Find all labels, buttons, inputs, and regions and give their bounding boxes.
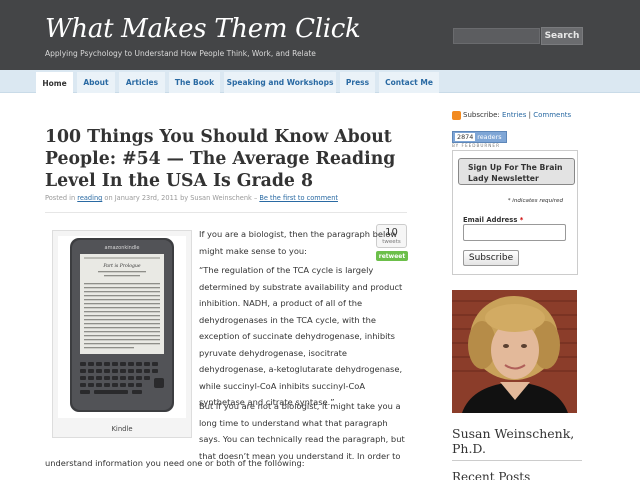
required-mark: *: [519, 216, 524, 224]
nav-the-book[interactable]: The Book: [169, 72, 220, 93]
site-description: Applying Psychology to Understand How Pe…: [45, 49, 316, 58]
post-date-author: on January 23rd, 2011 by Susan Weinschen…: [104, 194, 258, 202]
newsletter-title: Sign Up For The Brain Lady Newsletter: [458, 158, 575, 185]
feedburner-counter[interactable]: 2874 readers: [452, 131, 507, 143]
main-nav: Home About Articles The Book Speaking an…: [0, 70, 640, 94]
email-label-text: Email Address: [463, 216, 518, 224]
nav-speaking-workshops[interactable]: Speaking and Workshops: [224, 72, 336, 93]
newsletter-signup: Sign Up For The Brain Lady Newsletter * …: [452, 150, 578, 275]
entries-link[interactable]: Entries: [502, 111, 526, 119]
nav-press[interactable]: Press: [340, 72, 375, 93]
nav-articles[interactable]: Articles: [119, 72, 165, 93]
reader-count: 2874: [455, 133, 476, 141]
divider: [45, 212, 407, 213]
paragraph-quote: “The regulation of the TCA cycle is larg…: [199, 265, 403, 407]
sidebar-divider: [452, 460, 582, 461]
kindle-image-frame: amazonkindle Part is Prologue Kindle: [52, 230, 192, 438]
email-field[interactable]: [463, 224, 566, 241]
site-header: What Makes Them Click Applying Psycholog…: [0, 0, 640, 70]
required-note: * indicates required: [507, 198, 563, 204]
image-caption: Kindle: [111, 425, 133, 433]
kindle-screen-heading: Part is Prologue: [102, 263, 141, 269]
post-title[interactable]: 100 Things You Should Know About People:…: [45, 126, 415, 192]
paragraph-continued: understand information you need one or b…: [45, 458, 305, 468]
paragraph-intro: If you are a biologist, then the paragra…: [199, 229, 398, 256]
posted-in-text: Posted in: [45, 194, 76, 202]
post-meta: Posted in reading on January 23rd, 2011 …: [45, 194, 338, 202]
readers-label: readers: [477, 133, 502, 141]
subscribe-separator: |: [528, 111, 531, 119]
kindle-image[interactable]: amazonkindle Part is Prologue: [58, 236, 186, 418]
comments-link[interactable]: Comments: [533, 111, 571, 119]
subscribe-button[interactable]: Subscribe: [463, 250, 519, 266]
kindle-brand-text: amazonkindle: [105, 245, 140, 251]
author-name[interactable]: Susan Weinschenk, Ph.D.: [452, 426, 582, 456]
search-input[interactable]: [453, 28, 540, 44]
nav-contact-me[interactable]: Contact Me: [379, 72, 439, 93]
email-label: Email Address *: [463, 216, 523, 224]
nav-about[interactable]: About: [77, 72, 115, 93]
search-button[interactable]: Search: [541, 27, 583, 45]
author-photo: [452, 290, 577, 413]
comment-link[interactable]: Be the first to comment: [259, 194, 338, 202]
recent-posts-heading: Recent Posts: [452, 470, 531, 480]
category-link[interactable]: reading: [77, 194, 102, 202]
rss-icon[interactable]: [452, 111, 461, 120]
nav-home[interactable]: Home: [36, 72, 73, 94]
subscribe-prefix: Subscribe:: [463, 111, 500, 119]
subscribe-links: Subscribe: Entries | Comments: [463, 111, 571, 119]
site-title[interactable]: What Makes Them Click: [45, 14, 361, 44]
feedburner-label: BY FEEDBURNER: [452, 143, 500, 148]
